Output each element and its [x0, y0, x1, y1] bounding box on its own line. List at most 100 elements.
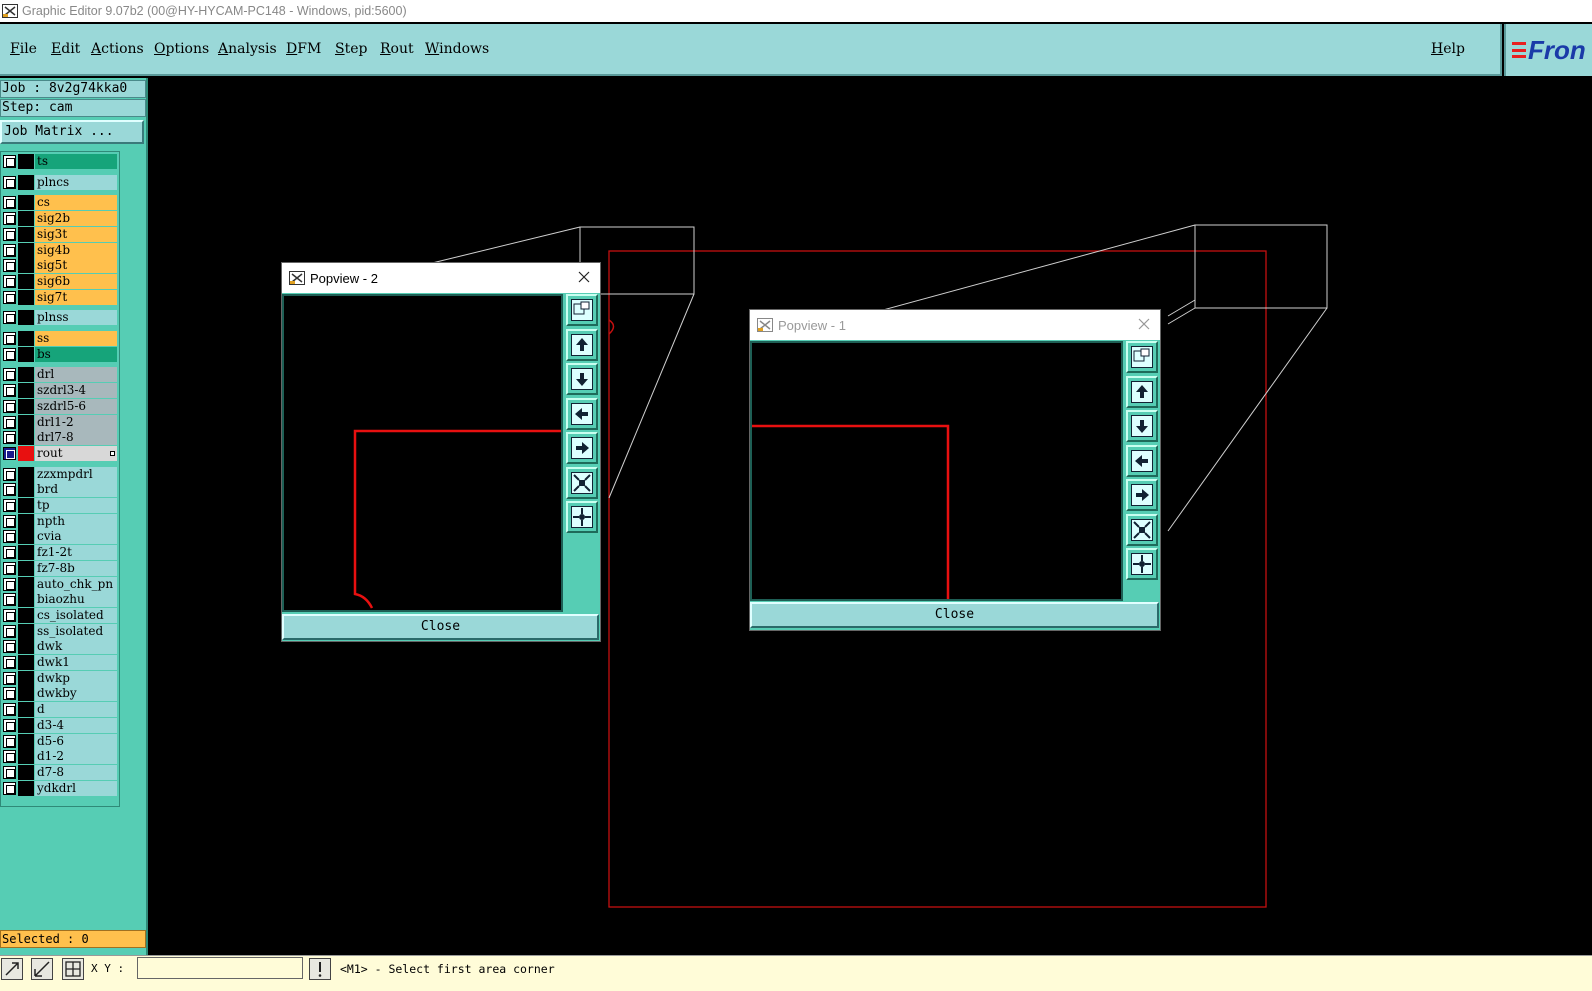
- layer-row[interactable]: dwkp: [1, 670, 119, 686]
- layer-color-swatch[interactable]: [18, 346, 34, 362]
- layer-name[interactable]: sig3t: [35, 226, 117, 242]
- layer-name[interactable]: szdrl3-4: [35, 383, 117, 399]
- pan-down-button[interactable]: [1126, 410, 1158, 442]
- layer-color-swatch[interactable]: [18, 607, 34, 623]
- layer-row[interactable]: d5-6: [1, 733, 119, 749]
- layer-checkbox[interactable]: [3, 196, 16, 210]
- layer-name[interactable]: ts: [35, 154, 117, 169]
- menu-options[interactable]: Options: [154, 41, 209, 57]
- layer-row[interactable]: d: [1, 702, 119, 718]
- layer-color-swatch[interactable]: [18, 560, 34, 576]
- layer-color-swatch[interactable]: [18, 211, 34, 227]
- layer-row[interactable]: auto_chk_pn: [1, 576, 119, 592]
- layer-color-swatch[interactable]: [18, 466, 34, 482]
- layer-row[interactable]: dwk1: [1, 655, 119, 670]
- layer-color-swatch[interactable]: [18, 686, 34, 702]
- layer-checkbox[interactable]: [3, 530, 16, 544]
- layer-checkbox[interactable]: [3, 765, 16, 779]
- layer-checkbox[interactable]: [3, 415, 16, 429]
- layer-row[interactable]: sig2b: [1, 211, 119, 227]
- popview-2-view[interactable]: [282, 294, 563, 612]
- layer-row[interactable]: d1-2: [1, 749, 119, 765]
- layer-row[interactable]: tp: [1, 498, 119, 513]
- layer-row[interactable]: plncs: [1, 174, 119, 190]
- zoom-area-button[interactable]: [1126, 341, 1158, 373]
- pan-left-button[interactable]: [1126, 444, 1158, 477]
- layer-color-swatch[interactable]: [18, 717, 34, 733]
- layer-color-swatch[interactable]: [18, 367, 34, 383]
- layer-name[interactable]: rout: [35, 445, 117, 461]
- layer-name[interactable]: plncs: [35, 174, 117, 190]
- layer-checkbox[interactable]: [3, 734, 16, 748]
- layer-row[interactable]: npth: [1, 513, 119, 529]
- layer-name[interactable]: zzxmpdrl: [35, 466, 117, 482]
- layer-checkbox[interactable]: [3, 561, 16, 575]
- layer-row[interactable]: drl1-2: [1, 414, 119, 430]
- menu-actions[interactable]: Actions: [91, 41, 144, 57]
- layer-checkbox[interactable]: [3, 155, 16, 168]
- layer-checkbox[interactable]: [3, 274, 16, 288]
- layer-checkbox[interactable]: [3, 483, 16, 497]
- layer-name[interactable]: sig2b: [35, 211, 117, 227]
- layer-row[interactable]: ss_isolated: [1, 623, 119, 639]
- layer-row[interactable]: cs: [1, 195, 119, 211]
- layer-name[interactable]: sig5t: [35, 258, 117, 274]
- layer-color-swatch[interactable]: [18, 195, 34, 211]
- layer-row[interactable]: plnss: [1, 310, 119, 326]
- xy-coordinate-input[interactable]: [137, 957, 303, 979]
- layer-name[interactable]: d7-8: [35, 764, 117, 780]
- layer-checkbox[interactable]: [3, 781, 16, 795]
- layer-color-swatch[interactable]: [18, 764, 34, 780]
- job-matrix-button[interactable]: Job Matrix ...: [0, 120, 144, 144]
- layer-checkbox[interactable]: [3, 368, 16, 382]
- layer-checkbox[interactable]: [3, 608, 16, 622]
- pan-up-button[interactable]: [1126, 375, 1158, 408]
- layer-name[interactable]: dwk: [35, 639, 117, 655]
- layer-row[interactable]: fz7-8b: [1, 560, 119, 576]
- pan-up-button[interactable]: [566, 328, 598, 361]
- layer-row[interactable]: rout: [1, 445, 119, 461]
- layer-color-swatch[interactable]: [18, 733, 34, 749]
- pan-down-button[interactable]: [566, 363, 598, 395]
- layer-row[interactable]: szdrl5-6: [1, 398, 119, 414]
- layer-row[interactable]: sig7t: [1, 289, 119, 305]
- pan-right-button[interactable]: [1126, 479, 1158, 511]
- layer-name[interactable]: szdrl5-6: [35, 398, 117, 414]
- layer-row[interactable]: brd: [1, 482, 119, 498]
- close-icon[interactable]: [1136, 316, 1152, 332]
- layer-color-swatch[interactable]: [18, 623, 34, 639]
- zoom-in-button[interactable]: [1126, 513, 1158, 546]
- popview-1-close-button[interactable]: Close: [750, 602, 1159, 628]
- layer-row[interactable]: dwkby: [1, 686, 119, 702]
- layer-name[interactable]: drl: [35, 367, 117, 383]
- layer-color-swatch[interactable]: [18, 445, 34, 461]
- layer-color-swatch[interactable]: [18, 670, 34, 686]
- layer-name[interactable]: tp: [35, 498, 117, 513]
- layer-name[interactable]: fz7-8b: [35, 560, 117, 576]
- layer-name[interactable]: dwkby: [35, 686, 117, 702]
- layer-name[interactable]: drl7-8: [35, 430, 117, 446]
- layer-name[interactable]: biaozhu: [35, 592, 117, 608]
- popview-1-view[interactable]: [750, 341, 1123, 601]
- layer-row[interactable]: zzxmpdrl: [1, 466, 119, 482]
- layer-checkbox[interactable]: [3, 718, 16, 732]
- zoom-out-button[interactable]: [1126, 548, 1158, 580]
- layer-color-swatch[interactable]: [18, 513, 34, 529]
- layer-color-swatch[interactable]: [18, 383, 34, 399]
- snap-mode-button[interactable]: [31, 958, 53, 980]
- layer-row[interactable]: drl: [1, 367, 119, 383]
- layer-row[interactable]: szdrl3-4: [1, 383, 119, 399]
- layer-checkbox[interactable]: [3, 332, 16, 345]
- layer-name[interactable]: drl1-2: [35, 414, 117, 430]
- layer-color-swatch[interactable]: [18, 398, 34, 414]
- layer-checkbox[interactable]: [3, 750, 16, 764]
- layer-name[interactable]: d3-4: [35, 717, 117, 733]
- layer-checkbox[interactable]: [3, 577, 16, 591]
- layer-color-swatch[interactable]: [18, 749, 34, 765]
- layer-checkbox[interactable]: [3, 431, 16, 445]
- menu-windows[interactable]: Windows: [425, 41, 489, 57]
- layer-checkbox[interactable]: [3, 703, 16, 717]
- layer-color-swatch[interactable]: [18, 331, 34, 346]
- layer-color-swatch[interactable]: [18, 545, 34, 561]
- layer-row[interactable]: sig3t: [1, 226, 119, 242]
